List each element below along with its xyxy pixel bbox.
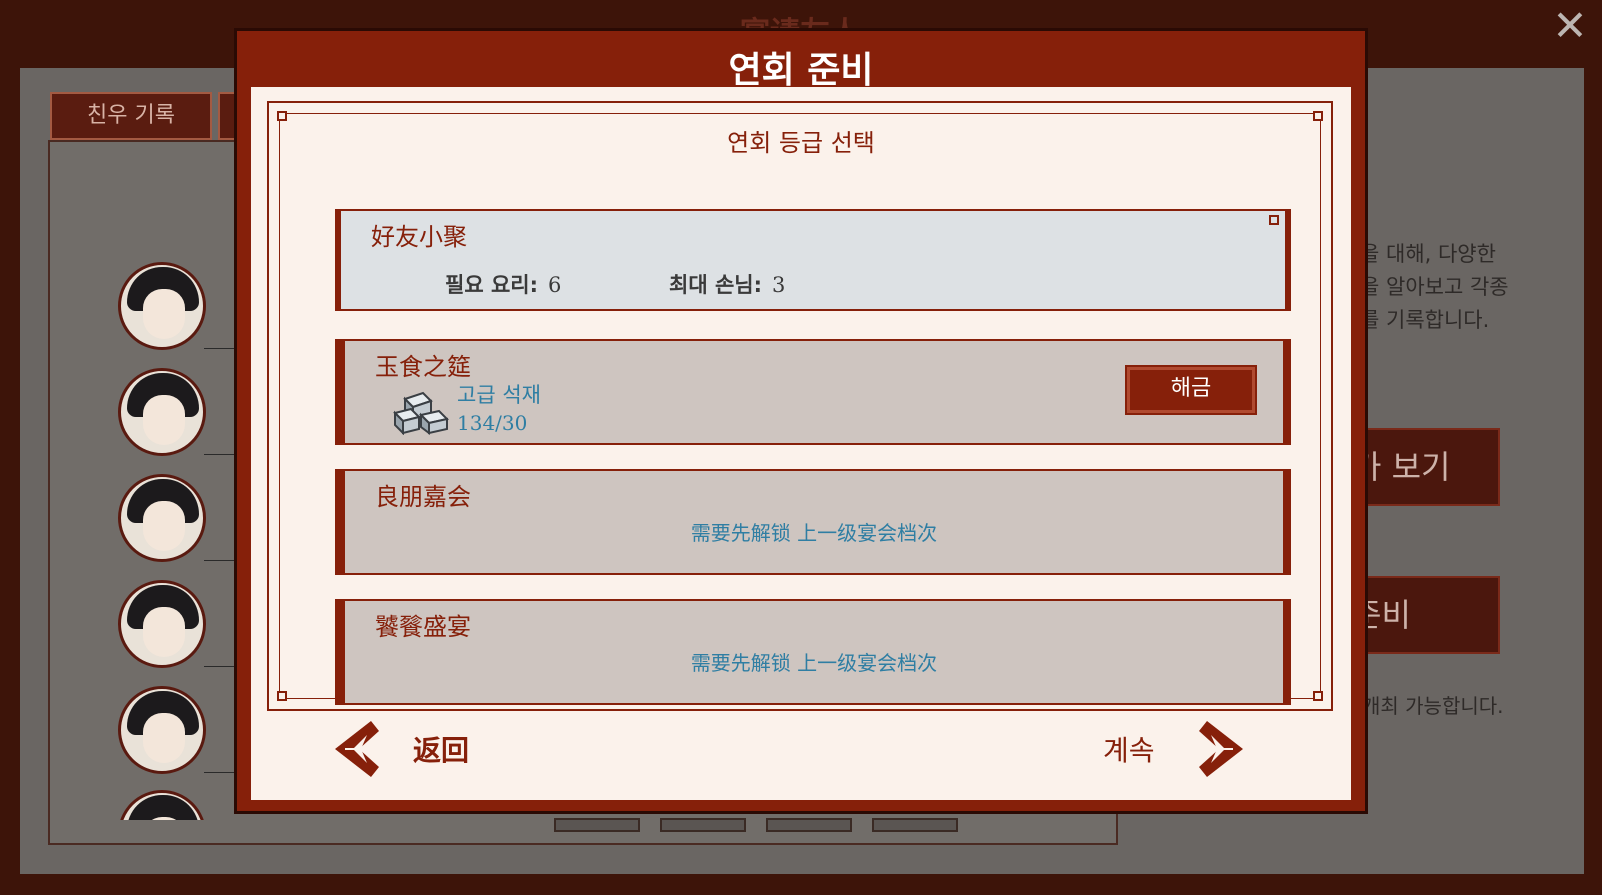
max-guests-label: 최대 손님:	[669, 273, 762, 297]
modal-body: 연회 등급 선택 好友小聚 필요 요리: 6 최대 손님: 3 玉食之筵 고급 …	[251, 87, 1351, 800]
friend-avatar-6[interactable]	[118, 790, 234, 820]
avatar	[118, 580, 206, 668]
avatar	[118, 368, 206, 456]
selected-corner-icon	[1269, 215, 1279, 225]
required-dishes-value: 6	[548, 273, 562, 297]
required-dishes: 필요 요리: 6	[445, 269, 561, 299]
frame-corner	[277, 691, 287, 701]
arrow-right-icon	[1199, 721, 1243, 777]
close-icon[interactable]: ✕	[1548, 4, 1592, 48]
material-name: 고급 석재	[457, 383, 541, 407]
background-description: 을 대해, 다양한 을 알아보고 각종 를 기록합니다.	[1360, 242, 1509, 332]
avatar	[118, 474, 206, 562]
stone-blocks-icon	[393, 391, 449, 435]
background-note: 개최 가능합니다.	[1362, 694, 1504, 718]
dish-slot	[554, 818, 640, 832]
friend-avatar-5[interactable]	[118, 686, 234, 790]
continue-button[interactable]: 계속	[1103, 717, 1253, 781]
banquet-prep-modal: 연회 준비 연회 등급 선택 好友小聚 필요 요리: 6 최대 손님: 3 玉食之筵	[234, 28, 1368, 814]
frame-corner	[277, 111, 287, 121]
continue-label: 계속	[1103, 734, 1155, 767]
frame-corner	[1313, 691, 1323, 701]
tier-name: 良朋嘉会	[375, 483, 471, 511]
tier-name: 玉食之筵	[375, 353, 471, 381]
friend-avatar-4[interactable]	[118, 580, 234, 684]
max-guests-value: 3	[772, 273, 786, 297]
avatar	[118, 262, 206, 350]
dish-slot	[766, 818, 852, 832]
frame-corner	[1313, 111, 1323, 121]
required-dishes-label: 필요 요리:	[445, 273, 538, 297]
unlock-button[interactable]: 해금	[1125, 365, 1257, 415]
tier-name: 饕餮盛宴	[375, 613, 471, 641]
tier-option-4[interactable]: 饕餮盛宴 需要先解锁 上一级宴会档次	[335, 599, 1291, 705]
arrow-left-icon	[335, 721, 379, 777]
dish-slot	[872, 818, 958, 832]
modal-title: 연회 준비	[728, 50, 874, 91]
avatar	[118, 686, 206, 774]
friend-avatar-3[interactable]	[118, 474, 234, 578]
section-title: 연회 등급 선택	[727, 129, 875, 157]
back-label: 返回	[413, 734, 470, 767]
tier-option-1[interactable]: 好友小聚 필요 요리: 6 최대 손님: 3	[335, 209, 1291, 311]
tier-name: 好友小聚	[371, 223, 467, 251]
tab-friend-record[interactable]: 친우 기록	[50, 92, 212, 140]
friend-avatar-2[interactable]	[118, 368, 234, 472]
max-guests: 최대 손님: 3	[669, 269, 785, 299]
friend-avatar-1[interactable]	[118, 262, 234, 366]
locked-message: 需要先解锁 上一级宴会档次	[690, 521, 938, 545]
tier-option-3[interactable]: 良朋嘉会 需要先解锁 上一级宴会档次	[335, 469, 1291, 575]
dish-slot	[660, 818, 746, 832]
locked-message: 需要先解锁 上一级宴会档次	[690, 651, 938, 675]
tier-option-2[interactable]: 玉食之筵 고급 석재 134/30 해금	[335, 339, 1291, 445]
material-count: 134/30	[457, 411, 528, 435]
avatar	[118, 790, 206, 820]
back-button[interactable]: 返回	[331, 717, 501, 781]
